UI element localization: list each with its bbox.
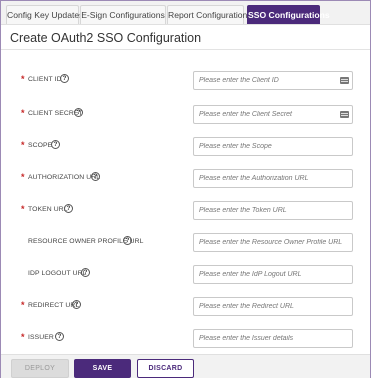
tab-config-key-updates[interactable]: Config Key Updates xyxy=(6,5,83,24)
help-icon[interactable]: ? xyxy=(74,108,83,117)
save-button[interactable]: SAVE xyxy=(74,359,131,378)
idp-logout-url-row: IDP LOGOUT URL ? xyxy=(1,265,370,285)
tab-report-configurations[interactable]: Report Configurations xyxy=(167,5,252,24)
required-asterisk: * xyxy=(21,204,25,214)
resource-owner-profile-url-row: RESOURCE OWNER PROFILE URL ? xyxy=(1,233,370,253)
issuer-input[interactable] xyxy=(193,329,353,348)
required-asterisk: * xyxy=(21,74,25,84)
token-url-label: TOKEN URL xyxy=(28,206,68,213)
tab-esign-configurations[interactable]: E-Sign Configurations xyxy=(80,5,166,24)
client-secret-input[interactable] xyxy=(193,105,353,124)
token-url-input[interactable] xyxy=(193,201,353,220)
required-asterisk: * xyxy=(21,108,25,118)
keyboard-icon[interactable] xyxy=(340,111,349,118)
tab-bar: Config Key Updates E-Sign Configurations… xyxy=(1,1,370,25)
redirect-url-input[interactable] xyxy=(193,297,353,316)
client-id-row: * CLIENT ID ? xyxy=(1,71,370,91)
client-id-input[interactable] xyxy=(193,71,353,90)
required-asterisk: * xyxy=(21,332,25,342)
scope-row: * SCOPE ? xyxy=(1,137,370,157)
title-divider xyxy=(1,49,370,50)
help-icon[interactable]: ? xyxy=(60,74,69,83)
issuer-label: ISSUER xyxy=(28,334,54,341)
deploy-button[interactable]: DEPLOY xyxy=(11,359,69,378)
tab-sso-configurations[interactable]: SSO Configurations xyxy=(247,5,330,24)
authorization-url-label: AUTHORIZATION URL xyxy=(28,174,101,181)
required-asterisk: * xyxy=(21,172,25,182)
help-icon[interactable]: ? xyxy=(55,332,64,341)
issuer-row: * ISSUER ? xyxy=(1,329,370,349)
page-title: Create OAuth2 SSO Configuration xyxy=(10,31,202,45)
help-icon[interactable]: ? xyxy=(51,140,60,149)
help-icon[interactable]: ? xyxy=(81,268,90,277)
redirect-url-row: * REDIRECT URL ? xyxy=(1,297,370,317)
discard-button[interactable]: DISCARD xyxy=(137,359,194,378)
required-asterisk: * xyxy=(21,300,25,310)
action-footer: DEPLOY SAVE DISCARD xyxy=(1,354,370,378)
client-secret-row: * CLIENT SECRET ? xyxy=(1,105,370,125)
scope-label: SCOPE xyxy=(28,142,53,149)
keyboard-icon[interactable] xyxy=(340,77,349,84)
scope-input[interactable] xyxy=(193,137,353,156)
help-icon[interactable]: ? xyxy=(64,204,73,213)
sso-config-window: Config Key Updates E-Sign Configurations… xyxy=(0,0,371,378)
resource-owner-profile-url-input[interactable] xyxy=(193,233,353,252)
idp-logout-url-input[interactable] xyxy=(193,265,353,284)
help-icon[interactable]: ? xyxy=(72,300,81,309)
idp-logout-url-label: IDP LOGOUT URL xyxy=(28,270,87,277)
authorization-url-row: * AUTHORIZATION URL ? xyxy=(1,169,370,189)
authorization-url-input[interactable] xyxy=(193,169,353,188)
help-icon[interactable]: ? xyxy=(123,236,132,245)
token-url-row: * TOKEN URL ? xyxy=(1,201,370,221)
required-asterisk: * xyxy=(21,140,25,150)
client-id-label: CLIENT ID xyxy=(28,76,62,83)
help-icon[interactable]: ? xyxy=(91,172,100,181)
